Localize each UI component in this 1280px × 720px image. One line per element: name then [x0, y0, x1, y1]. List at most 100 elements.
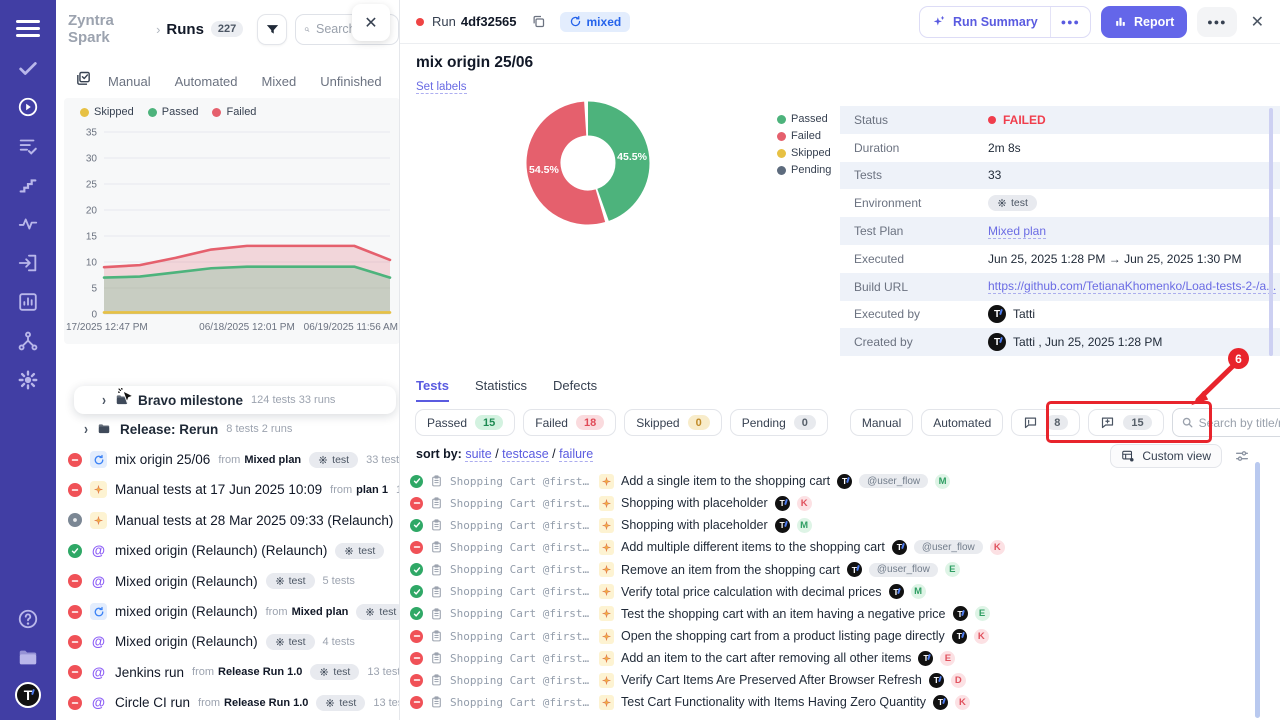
tab-unfinished[interactable]: Unfinished	[320, 74, 381, 89]
test-title[interactable]: Verify total price calculation with deci…	[621, 585, 882, 599]
multi-select-icon[interactable]	[75, 70, 92, 92]
test-cases-icon[interactable]	[16, 56, 40, 80]
test-suite[interactable]: Shopping Cart @first…	[450, 652, 592, 665]
test-suite[interactable]: Shopping Cart @first…	[450, 607, 592, 620]
settings-gear-icon[interactable]	[16, 368, 40, 392]
test-row[interactable]: Shopping Cart @first… Verify total price…	[410, 581, 1266, 603]
test-suite[interactable]: Shopping Cart @first…	[450, 585, 592, 598]
test-suite[interactable]: Shopping Cart @first…	[450, 563, 592, 576]
test-suite[interactable]: Shopping Cart @first…	[450, 541, 592, 554]
test-row[interactable]: Shopping Cart @first… Test Cart Function…	[410, 691, 1266, 713]
run-row[interactable]: mixed origin (Relaunch) fromMixed plan t…	[56, 596, 400, 626]
test-plans-icon[interactable]	[16, 134, 40, 158]
integrations-icon[interactable]	[16, 329, 40, 353]
sliders-icon[interactable]	[1234, 448, 1250, 464]
test-title[interactable]: Shopping with placeholder	[621, 518, 768, 532]
test-suite[interactable]: Shopping Cart @first…	[450, 674, 592, 687]
run-summary-more-button[interactable]: ●●●	[1050, 7, 1090, 37]
run-row[interactable]: @ Circle CI run fromRelease Run 1.0 test…	[56, 688, 400, 718]
tests-scrollbar[interactable]	[1255, 462, 1260, 718]
filter-chip-pending[interactable]: Pending 0	[730, 409, 828, 436]
tab-automated[interactable]: Automated	[175, 74, 238, 89]
test-row[interactable]: Shopping Cart @first… Add an item to the…	[410, 647, 1266, 669]
more-actions-button[interactable]: ●●●	[1197, 7, 1236, 37]
test-row[interactable]: Shopping Cart @first… Shopping with plac…	[410, 492, 1266, 514]
tab-manual[interactable]: Manual	[108, 74, 151, 89]
reports-icon[interactable]	[16, 290, 40, 314]
filter-chip-automated[interactable]: Automated	[921, 409, 1003, 436]
filter-chip-comment-exclaim[interactable]: 8	[1011, 409, 1080, 436]
assignee-chip[interactable]: E	[940, 651, 955, 666]
assignee-chip[interactable]: M	[797, 518, 812, 533]
test-title[interactable]: Add a single item to the shopping cart	[621, 474, 830, 488]
test-row[interactable]: Shopping Cart @first… Add a single item …	[410, 470, 1266, 492]
milestone-row[interactable]: › Release: Rerun 8 tests 2 runs	[56, 414, 400, 444]
tab-tests[interactable]: Tests	[416, 378, 449, 402]
detail-link[interactable]: https://github.com/TetianaKhomenko/Load-…	[988, 279, 1276, 294]
assignee-chip[interactable]: E	[975, 606, 990, 621]
assignee-chip[interactable]: E	[945, 562, 960, 577]
runs-icon[interactable]	[16, 95, 40, 119]
assignee-chip[interactable]: K	[990, 540, 1005, 555]
run-row[interactable]: mix origin 25/06 fromMixed plan test 33 …	[56, 444, 400, 474]
tests-search[interactable]	[1172, 408, 1280, 437]
breadcrumb-app[interactable]: Zyntra Spark	[68, 12, 150, 46]
details-scrollbar[interactable]	[1269, 108, 1273, 356]
test-suite[interactable]: Shopping Cart @first…	[450, 475, 592, 488]
filter-button[interactable]	[257, 14, 287, 45]
report-button[interactable]: Report	[1101, 6, 1187, 38]
set-labels-link[interactable]: Set labels	[416, 81, 467, 94]
run-row[interactable]: @ Mixed origin (Relaunch) test 4 tests	[56, 627, 400, 657]
assignee-chip[interactable]: K	[797, 496, 812, 511]
launcher-icon[interactable]	[16, 251, 40, 275]
filter-chip-comment-plus[interactable]: 15	[1088, 409, 1163, 436]
test-title[interactable]: Add an item to the cart after removing a…	[621, 651, 911, 665]
projects-folder-icon[interactable]	[16, 646, 40, 670]
run-row[interactable]: @ Jenkins run fromRelease Run 1.0 test 1…	[56, 657, 400, 687]
assignee-chip[interactable]: K	[955, 695, 970, 710]
menu-icon[interactable]	[16, 16, 40, 41]
detail-link[interactable]: Mixed plan	[988, 224, 1046, 239]
chevron-right-icon[interactable]: ›	[102, 391, 106, 409]
test-title[interactable]: Open the shopping cart from a product li…	[621, 629, 945, 643]
tab-mixed[interactable]: Mixed	[262, 74, 297, 89]
test-suite[interactable]: Shopping Cart @first…	[450, 519, 592, 532]
assignee-chip[interactable]: D	[951, 673, 966, 688]
test-title[interactable]: Remove an item from the shopping cart	[621, 563, 840, 577]
test-title[interactable]: Shopping with placeholder	[621, 496, 768, 510]
tab-statistics[interactable]: Statistics	[475, 378, 527, 402]
run-row[interactable]: @ Mixed origin (Relaunch) test 5 tests	[56, 566, 400, 596]
copy-icon[interactable]	[531, 14, 546, 29]
assignee-chip[interactable]: M	[911, 584, 926, 599]
test-suite[interactable]: Shopping Cart @first…	[450, 696, 592, 709]
milestones-icon[interactable]	[16, 173, 40, 197]
filter-chip-passed[interactable]: Passed 15	[415, 409, 515, 436]
sort-option-failure[interactable]: failure	[559, 447, 593, 462]
test-title[interactable]: Add multiple different items to the shop…	[621, 540, 885, 554]
test-row[interactable]: Shopping Cart @first… Add multiple diffe…	[410, 536, 1266, 558]
chevron-right-icon[interactable]: ›	[84, 420, 88, 438]
run-row[interactable]: @ mixed origin (Relaunch) (Relaunch) tes…	[56, 536, 400, 566]
panel-close-button[interactable]: ✕	[352, 4, 390, 41]
sort-option-suite[interactable]: suite	[465, 447, 491, 462]
filter-chip-manual[interactable]: Manual	[850, 409, 913, 436]
assignee-chip[interactable]: M	[935, 474, 950, 489]
test-row[interactable]: Shopping Cart @first… Open the shopping …	[410, 625, 1266, 647]
test-row[interactable]: Shopping Cart @first… Verify Cart Items …	[410, 669, 1266, 691]
test-title[interactable]: Verify Cart Items Are Preserved After Br…	[621, 673, 922, 687]
run-summary-button[interactable]: Run Summary	[920, 15, 1050, 29]
filter-chip-skipped[interactable]: Skipped 0	[624, 409, 722, 436]
run-row[interactable]: Manual tests at 17 Jun 2025 10:09 frompl…	[56, 475, 400, 505]
user-avatar[interactable]: T	[15, 682, 41, 708]
test-title[interactable]: Test the shopping cart with an item havi…	[621, 607, 946, 621]
tests-search-input[interactable]	[1199, 416, 1280, 430]
health-icon[interactable]	[16, 212, 40, 236]
run-row[interactable]: Manual tests at 28 Mar 2025 09:33 (Relau…	[56, 505, 400, 535]
tab-defects[interactable]: Defects	[553, 378, 597, 402]
filter-chip-failed[interactable]: Failed 18	[523, 409, 616, 436]
test-title[interactable]: Test Cart Functionality with Items Havin…	[621, 695, 926, 709]
test-row[interactable]: Shopping Cart @first… Shopping with plac…	[410, 514, 1266, 536]
custom-view-button[interactable]: Custom view	[1110, 444, 1222, 468]
test-suite[interactable]: Shopping Cart @first…	[450, 630, 592, 643]
test-row[interactable]: Shopping Cart @first… Test the shopping …	[410, 603, 1266, 625]
